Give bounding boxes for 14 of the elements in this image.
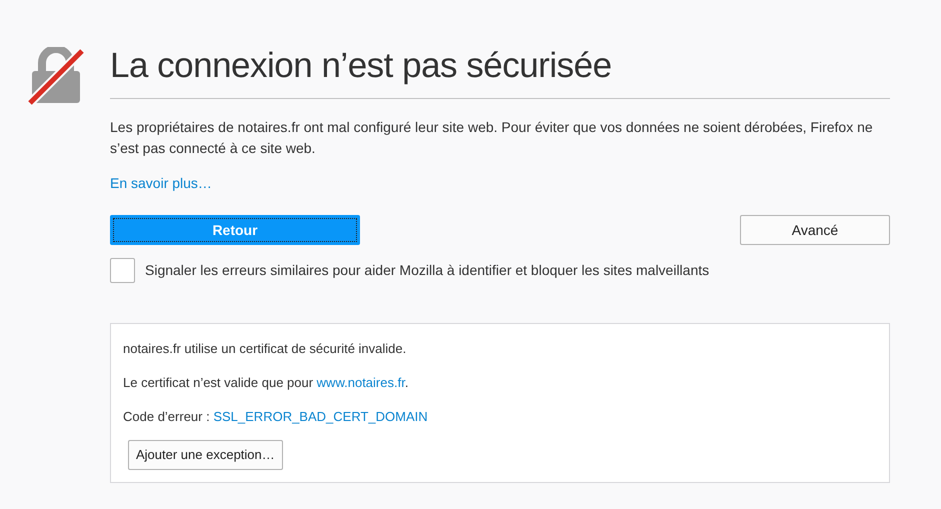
checkbox-label: Signaler les erreurs similaires pour aider Mozilla à identifier et bloquer les sites malveillants bbox=[145, 261, 710, 280]
page-title: La connexion n’est pas sécurisée bbox=[110, 44, 890, 99]
learn-more-link[interactable]: En savoir plus… bbox=[110, 173, 212, 194]
info-text: notaires.fr utilise un certificat de sécurité invalide. bbox=[123, 340, 408, 358]
info-link[interactable]: www.notaires.fr bbox=[316, 375, 405, 390]
broken-lock-icon bbox=[28, 47, 84, 105]
info-text: Code d’erreur : SSL_ERROR_BAD_CERT_DOMAIN bbox=[123, 408, 429, 426]
description: Les propriétaires de notaires.fr ont mal configuré leur site web. Pour éviter que vos données ne soient dérobées, Firefox ne s’est pas connecté à ce site web. bbox=[110, 118, 874, 158]
back-button[interactable]: Retour bbox=[110, 215, 360, 245]
add-exception-button[interactable]: Ajouter une exception… bbox=[128, 440, 283, 470]
advanced-button[interactable]: Avancé bbox=[740, 215, 890, 245]
info-text: Le certificat n’est valide que pour www.notaires.fr. bbox=[123, 374, 410, 392]
info-link[interactable]: SSL_ERROR_BAD_CERT_DOMAIN bbox=[213, 409, 428, 424]
checkbox[interactable] bbox=[110, 258, 135, 283]
